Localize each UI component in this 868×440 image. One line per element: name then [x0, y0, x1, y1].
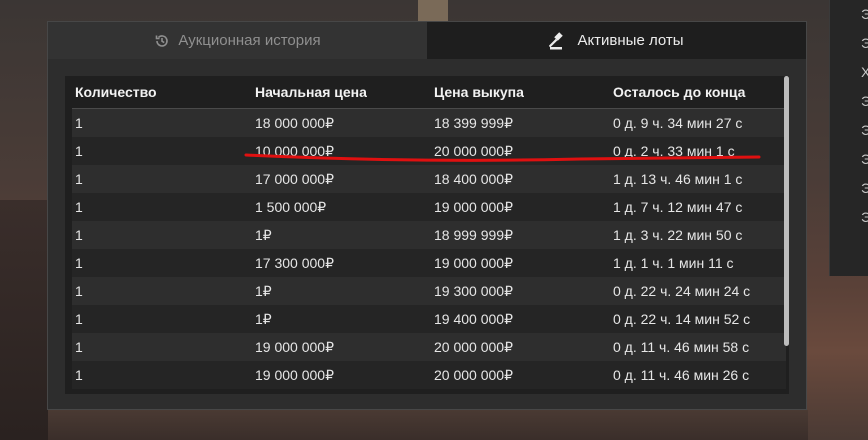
lots-table: Количество Начальная цена Цена выкупа Ос…	[72, 76, 786, 389]
cell-time-left: 1 д. 3 ч. 22 мин 50 с	[610, 221, 786, 249]
cell-start-price: 17 000 000₽	[252, 165, 431, 193]
table-row[interactable]: 1 19 000 000₽ 20 000 000₽ 0 д. 11 ч. 46 …	[72, 361, 786, 389]
table-row[interactable]: 1 1₽ 18 999 999₽ 1 д. 3 ч. 22 мин 50 с	[72, 221, 786, 249]
cell-start-price: 19 000 000₽	[252, 361, 431, 389]
cell-quantity: 1	[72, 333, 252, 361]
table-row[interactable]: 1 1₽ 19 400 000₽ 0 д. 22 ч. 14 мин 52 с	[72, 305, 786, 333]
cell-buyout-price: 20 000 000₽	[431, 361, 610, 389]
tab-label: Аукционная история	[178, 32, 321, 49]
cell-time-left: 0 д. 2 ч. 33 мин 1 с	[610, 137, 786, 165]
cell-start-price: 10 000 000₽	[252, 137, 431, 165]
side-item[interactable]: Э	[830, 203, 868, 232]
cell-time-left: 0 д. 11 ч. 46 мин 58 с	[610, 333, 786, 361]
cell-start-price: 1 500 000₽	[252, 193, 431, 221]
side-item[interactable]: Э	[830, 145, 868, 174]
auction-window: Аукционная история Активные лоты Количес…	[47, 21, 807, 410]
cell-start-price: 19 000 000₽	[252, 333, 431, 361]
side-item[interactable]: Э	[830, 0, 868, 29]
cell-quantity: 1	[72, 108, 252, 137]
cell-buyout-price: 19 400 000₽	[431, 305, 610, 333]
cell-quantity: 1	[72, 221, 252, 249]
cell-start-price: 18 000 000₽	[252, 108, 431, 137]
cell-buyout-price: 18 399 999₽	[431, 108, 610, 137]
table-header-row: Количество Начальная цена Цена выкупа Ос…	[72, 76, 786, 109]
side-item[interactable]: Х	[830, 58, 868, 87]
background-ground	[48, 410, 808, 440]
cell-quantity: 1	[72, 361, 252, 389]
cell-quantity: 1	[72, 249, 252, 277]
cell-quantity: 1	[72, 165, 252, 193]
cell-time-left: 0 д. 22 ч. 24 мин 24 с	[610, 277, 786, 305]
cell-quantity: 1	[72, 193, 252, 221]
cell-quantity: 1	[72, 277, 252, 305]
cell-start-price: 1₽	[252, 221, 431, 249]
cell-buyout-price: 19 000 000₽	[431, 249, 610, 277]
cell-time-left: 1 д. 7 ч. 12 мин 47 с	[610, 193, 786, 221]
side-item[interactable]: Э	[830, 116, 868, 145]
gavel-icon	[549, 31, 569, 50]
column-header-quantity[interactable]: Количество	[72, 76, 252, 109]
cell-start-price: 1₽	[252, 305, 431, 333]
table-row[interactable]: 1 19 000 000₽ 20 000 000₽ 0 д. 11 ч. 46 …	[72, 333, 786, 361]
history-icon	[154, 33, 170, 49]
table-row[interactable]: 1 18 000 000₽ 18 399 999₽ 0 д. 9 ч. 34 м…	[72, 108, 786, 137]
table-row[interactable]: 1 1 500 000₽ 19 000 000₽ 1 д. 7 ч. 12 ми…	[72, 193, 786, 221]
cell-buyout-price: 18 999 999₽	[431, 221, 610, 249]
table-row[interactable]: 1 1₽ 19 300 000₽ 0 д. 22 ч. 24 мин 24 с	[72, 277, 786, 305]
column-header-start-price[interactable]: Начальная цена	[252, 76, 431, 109]
cell-buyout-price: 18 400 000₽	[431, 165, 610, 193]
cell-quantity: 1	[72, 137, 252, 165]
side-item[interactable]: Э	[830, 174, 868, 203]
table-row[interactable]: 1 17 000 000₽ 18 400 000₽ 1 д. 13 ч. 46 …	[72, 165, 786, 193]
tab-bar: Аукционная история Активные лоты	[48, 22, 806, 59]
cell-start-price: 17 300 000₽	[252, 249, 431, 277]
table-row[interactable]: 1 17 300 000₽ 19 000 000₽ 1 д. 1 ч. 1 ми…	[72, 249, 786, 277]
side-item[interactable]: Э	[830, 29, 868, 58]
cell-time-left: 0 д. 11 ч. 46 мин 26 с	[610, 361, 786, 389]
column-header-buyout-price[interactable]: Цена выкупа	[431, 76, 610, 109]
table-row[interactable]: 1 10 000 000₽ 20 000 000₽ 0 д. 2 ч. 33 м…	[72, 137, 786, 165]
cell-time-left: 1 д. 1 ч. 1 мин 11 с	[610, 249, 786, 277]
side-panel: Э Э Х Э Э Э Э Э	[829, 0, 868, 276]
cell-buyout-price: 19 300 000₽	[431, 277, 610, 305]
cell-time-left: 1 д. 13 ч. 46 мин 1 с	[610, 165, 786, 193]
table-scrollbar[interactable]	[784, 76, 789, 346]
cell-buyout-price: 20 000 000₽	[431, 137, 610, 165]
cell-buyout-price: 20 000 000₽	[431, 333, 610, 361]
cell-time-left: 0 д. 22 ч. 14 мин 52 с	[610, 305, 786, 333]
column-header-time-left[interactable]: Осталось до конца	[610, 76, 786, 109]
lots-table-container: Количество Начальная цена Цена выкупа Ос…	[65, 76, 789, 394]
side-item[interactable]: Э	[830, 87, 868, 116]
tab-active-lots[interactable]: Активные лоты	[427, 22, 806, 59]
background-shadow	[0, 200, 48, 440]
cell-buyout-price: 19 000 000₽	[431, 193, 610, 221]
cell-start-price: 1₽	[252, 277, 431, 305]
tab-auction-history[interactable]: Аукционная история	[48, 22, 427, 59]
cell-quantity: 1	[72, 305, 252, 333]
tab-label: Активные лоты	[577, 32, 684, 49]
cell-time-left: 0 д. 9 ч. 34 мин 27 с	[610, 108, 786, 137]
